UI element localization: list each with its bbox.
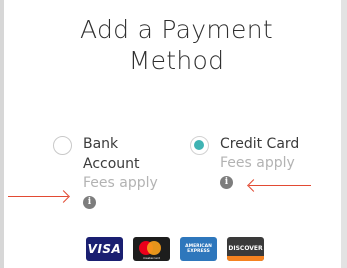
discover-orange-bar [227, 256, 264, 261]
bank-account-label-line1: Bank [83, 136, 119, 152]
info-icon[interactable]: i [83, 196, 96, 209]
page-title: Add a Payment Method [80, 15, 273, 75]
credit-card-text: Credit Card Fees apply i [220, 134, 299, 189]
credit-card-label: Credit Card [220, 136, 300, 152]
amex-logo-icon: AMERICAN EXPRESS [180, 237, 217, 261]
credit-card-radio[interactable] [190, 136, 209, 155]
red-arrow-left-icon [249, 185, 311, 186]
right-border [341, 0, 347, 268]
info-icon[interactable]: i [220, 176, 233, 189]
bank-account-radio[interactable] [53, 136, 72, 155]
bank-account-label-line2: Account [83, 156, 140, 172]
bank-account-fees: Fees apply [83, 175, 158, 191]
amex-line2: EXPRESS [187, 249, 210, 254]
mastercard-wordmark: mastercard [142, 256, 161, 260]
mastercard-orange-circle [147, 241, 161, 255]
radio-selected-dot [194, 140, 204, 150]
bank-account-text: Bank Account Fees apply i [83, 134, 158, 209]
discover-logo-icon: DISCOVER [227, 237, 264, 261]
credit-card-fees: Fees apply [220, 155, 295, 171]
discover-wordmark: DISCOVER [228, 245, 263, 252]
left-border [0, 0, 4, 268]
visa-logo-icon: VISA [86, 237, 123, 261]
red-arrow-right-icon [8, 196, 68, 197]
mastercard-logo-icon: mastercard [133, 237, 170, 261]
